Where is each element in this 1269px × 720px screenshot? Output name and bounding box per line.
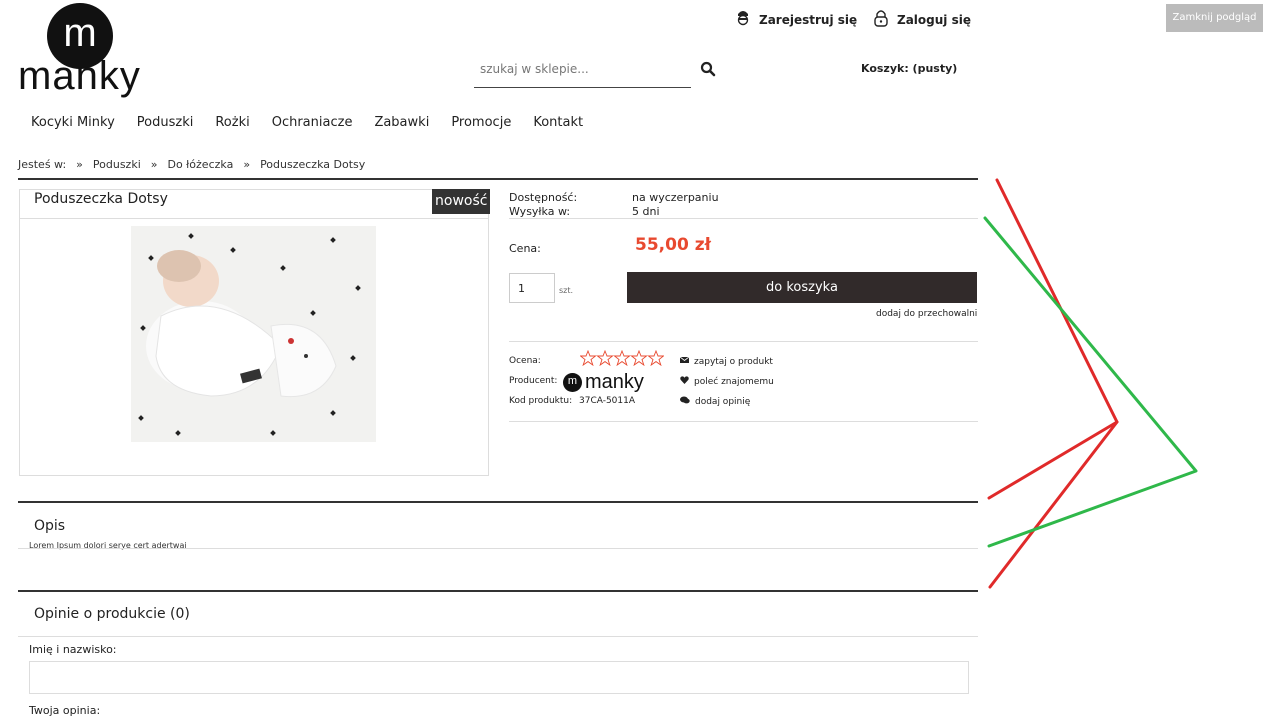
search-box — [474, 56, 691, 88]
breadcrumb: Jesteś w: » Poduszki » Do łóżeczka » Pod… — [18, 158, 365, 171]
close-preview-button[interactable]: Zamknij podgląd — [1166, 4, 1263, 32]
login-link[interactable]: Zaloguj się — [873, 8, 971, 31]
divider — [20, 218, 488, 219]
divider — [509, 341, 978, 342]
recommend-label: poleć znajomemu — [694, 376, 774, 387]
register-label: Zarejestruj się — [759, 12, 858, 27]
main-nav: Kocyki Minky Poduszki Rożki Ochraniacze … — [31, 115, 583, 130]
breadcrumb-prefix: Jesteś w: — [18, 158, 67, 171]
register-link[interactable]: Zarejestruj się — [735, 8, 857, 31]
cart-link[interactable]: Koszyk: (pusty) — [861, 62, 957, 75]
product-code-value: 37CA-5011A — [579, 396, 636, 406]
star-icon — [630, 350, 648, 366]
reviews-title: Opinie o produkcie (0) — [34, 606, 190, 622]
opinion-field-label: Twoja opinia: — [29, 704, 101, 717]
logo-text[interactable]: manky — [18, 54, 141, 98]
nav-item-zabawki[interactable]: Zabawki — [374, 115, 429, 130]
nav-item-promocje[interactable]: Promocje — [451, 115, 511, 130]
breadcrumb-separator: » — [243, 158, 251, 171]
nav-item-kontakt[interactable]: Kontakt — [533, 115, 583, 130]
divider — [18, 548, 978, 549]
producer-label: Producent: — [509, 376, 558, 386]
divider — [18, 501, 978, 503]
divider — [509, 218, 978, 219]
name-field-label: Imię i nazwisko: — [29, 643, 117, 656]
name-field[interactable] — [29, 661, 969, 694]
green-annotation-line — [983, 216, 1198, 548]
nav-item-poduszki[interactable]: Poduszki — [137, 115, 194, 130]
description-title: Opis — [34, 518, 66, 534]
availability-value: na wyczerpaniu — [632, 191, 719, 204]
breadcrumb-item[interactable]: Do łóżeczka — [167, 158, 233, 171]
new-badge: nowość — [432, 189, 491, 214]
red-annotation-line — [988, 420, 1119, 589]
star-icon — [613, 350, 631, 366]
recommend-link[interactable]: poleć znajomemu — [680, 376, 774, 387]
quantity-unit: szt. — [559, 286, 574, 295]
producer-logo[interactable]: m manky — [563, 372, 644, 392]
rating-label: Ocena: — [509, 356, 541, 366]
login-label: Zaloguj się — [897, 12, 971, 27]
star-icon — [596, 350, 614, 366]
search-input[interactable] — [480, 62, 680, 76]
quantity-input[interactable]: 1 — [509, 273, 555, 303]
envelope-icon — [679, 356, 690, 367]
heart-icon — [680, 376, 689, 387]
nav-item-ochraniacze[interactable]: Ochraniacze — [272, 115, 353, 130]
producer-name: manky — [585, 371, 644, 393]
producer-logo-letter: m — [563, 372, 582, 392]
rating-stars[interactable] — [580, 350, 664, 366]
product-image[interactable] — [131, 226, 376, 442]
star-icon — [647, 350, 664, 366]
add-review-label: dodaj opinię — [695, 396, 751, 407]
user-icon — [735, 8, 751, 31]
divider — [18, 178, 978, 180]
shipping-value: 5 dni — [632, 205, 660, 218]
ask-about-product-label: zapytaj o produkt — [694, 356, 773, 367]
divider — [509, 421, 978, 422]
shipping-label: Wysyłka w: — [509, 205, 571, 218]
breadcrumb-item: Poduszeczka Dotsy — [260, 158, 366, 171]
divider — [18, 636, 978, 637]
ask-about-product-link[interactable]: zapytaj o produkt — [679, 356, 773, 367]
price-value: 55,00 zł — [635, 235, 711, 255]
search-icon[interactable] — [700, 61, 716, 81]
nav-item-kocyki[interactable]: Kocyki Minky — [31, 115, 115, 130]
star-icon — [580, 350, 597, 366]
product-code-label: Kod produktu: — [509, 396, 573, 406]
availability-label: Dostępność: — [509, 191, 578, 204]
lock-icon — [873, 8, 889, 31]
breadcrumb-item[interactable]: Poduszki — [93, 158, 141, 171]
price-label: Cena: — [509, 242, 541, 255]
add-review-link[interactable]: dodaj opinię — [680, 396, 750, 407]
add-to-wishlist-link[interactable]: dodaj do przechowalni — [876, 309, 977, 319]
nav-item-rozki[interactable]: Rożki — [215, 115, 249, 130]
breadcrumb-separator: » — [150, 158, 158, 171]
breadcrumb-separator: » — [76, 158, 83, 171]
red-annotation-line — [987, 178, 1119, 500]
product-title: Poduszeczka Dotsy — [34, 191, 168, 207]
comments-icon — [680, 396, 690, 407]
add-to-cart-button[interactable]: do koszyka — [627, 272, 977, 303]
divider — [18, 590, 978, 592]
